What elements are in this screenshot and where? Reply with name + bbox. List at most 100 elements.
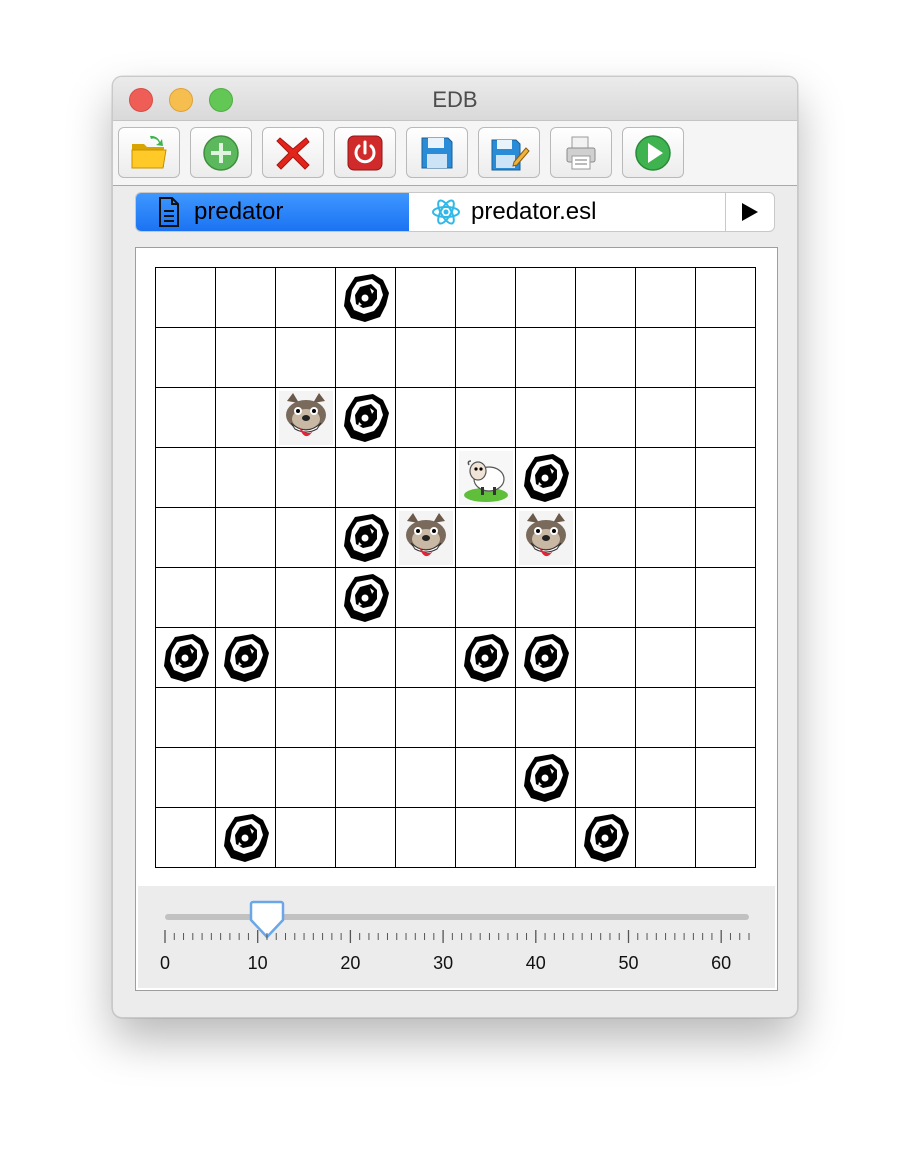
- grid-cell[interactable]: [516, 448, 576, 508]
- tab-predator-esl[interactable]: predator.esl: [409, 193, 727, 231]
- grid-cell[interactable]: [156, 748, 216, 808]
- delete-button[interactable]: [262, 127, 324, 178]
- grid-cell[interactable]: [216, 388, 276, 448]
- grid-cell[interactable]: [456, 508, 516, 568]
- grid-cell[interactable]: [396, 568, 456, 628]
- grid-cell[interactable]: [576, 508, 636, 568]
- save-button[interactable]: [406, 127, 468, 178]
- grid-cell[interactable]: [216, 268, 276, 328]
- grid-cell[interactable]: [456, 388, 516, 448]
- grid-cell[interactable]: [576, 268, 636, 328]
- grid-cell[interactable]: [696, 748, 756, 808]
- grid-cell[interactable]: [156, 448, 216, 508]
- grid-cell[interactable]: [276, 568, 336, 628]
- grid-cell[interactable]: [276, 808, 336, 868]
- grid-cell[interactable]: [636, 748, 696, 808]
- grid-cell[interactable]: [336, 388, 396, 448]
- grid-cell[interactable]: [516, 808, 576, 868]
- grid-cell[interactable]: [636, 568, 696, 628]
- grid-cell[interactable]: [396, 448, 456, 508]
- open-button[interactable]: [118, 127, 180, 178]
- power-button[interactable]: [334, 127, 396, 178]
- grid-cell[interactable]: [696, 628, 756, 688]
- grid-cell[interactable]: [636, 448, 696, 508]
- grid-cell[interactable]: [576, 328, 636, 388]
- grid-cell[interactable]: [516, 688, 576, 748]
- grid-cell[interactable]: [576, 388, 636, 448]
- grid-cell[interactable]: [156, 388, 216, 448]
- grid-cell[interactable]: [216, 508, 276, 568]
- grid-cell[interactable]: [456, 748, 516, 808]
- grid-cell[interactable]: [456, 328, 516, 388]
- grid-cell[interactable]: [636, 508, 696, 568]
- grid-cell[interactable]: [516, 748, 576, 808]
- grid-cell[interactable]: [516, 388, 576, 448]
- grid-cell[interactable]: [516, 328, 576, 388]
- grid-cell[interactable]: [396, 808, 456, 868]
- grid-cell[interactable]: [696, 328, 756, 388]
- grid-cell[interactable]: [276, 628, 336, 688]
- grid-cell[interactable]: [396, 388, 456, 448]
- grid-cell[interactable]: [336, 688, 396, 748]
- grid-cell[interactable]: [576, 748, 636, 808]
- grid-cell[interactable]: [276, 448, 336, 508]
- grid-cell[interactable]: [636, 388, 696, 448]
- grid-cell[interactable]: [456, 688, 516, 748]
- grid-cell[interactable]: [456, 808, 516, 868]
- grid-cell[interactable]: [216, 808, 276, 868]
- grid-cell[interactable]: [456, 628, 516, 688]
- grid-cell[interactable]: [156, 568, 216, 628]
- grid-cell[interactable]: [156, 268, 216, 328]
- grid-cell[interactable]: [516, 568, 576, 628]
- grid-cell[interactable]: [696, 568, 756, 628]
- grid-cell[interactable]: [336, 328, 396, 388]
- add-button[interactable]: [190, 127, 252, 178]
- grid-cell[interactable]: [336, 268, 396, 328]
- grid-cell[interactable]: [576, 448, 636, 508]
- grid-cell[interactable]: [696, 388, 756, 448]
- grid-cell[interactable]: [216, 568, 276, 628]
- grid-cell[interactable]: [336, 808, 396, 868]
- grid-cell[interactable]: [156, 328, 216, 388]
- grid-cell[interactable]: [456, 448, 516, 508]
- grid-cell[interactable]: [276, 748, 336, 808]
- grid-cell[interactable]: [576, 808, 636, 868]
- grid-cell[interactable]: [336, 508, 396, 568]
- grid-cell[interactable]: [696, 508, 756, 568]
- save-as-button[interactable]: [478, 127, 540, 178]
- run-button[interactable]: [622, 127, 684, 178]
- grid-cell[interactable]: [516, 628, 576, 688]
- grid-cell[interactable]: [396, 748, 456, 808]
- grid-cell[interactable]: [276, 268, 336, 328]
- grid-cell[interactable]: [336, 748, 396, 808]
- tab-overflow-button[interactable]: [725, 193, 774, 231]
- grid-cell[interactable]: [696, 808, 756, 868]
- grid-cell[interactable]: [636, 808, 696, 868]
- grid-cell[interactable]: [636, 688, 696, 748]
- grid-cell[interactable]: [276, 688, 336, 748]
- grid-cell[interactable]: [636, 628, 696, 688]
- grid-cell[interactable]: [336, 448, 396, 508]
- grid-cell[interactable]: [276, 328, 336, 388]
- grid-cell[interactable]: [216, 448, 276, 508]
- grid-cell[interactable]: [156, 628, 216, 688]
- grid-cell[interactable]: [576, 688, 636, 748]
- grid-cell[interactable]: [576, 628, 636, 688]
- grid-cell[interactable]: [456, 568, 516, 628]
- grid-cell[interactable]: [276, 508, 336, 568]
- tab-predator[interactable]: predator: [136, 193, 409, 231]
- print-button[interactable]: [550, 127, 612, 178]
- grid-cell[interactable]: [216, 328, 276, 388]
- grid-cell[interactable]: [336, 568, 396, 628]
- grid-cell[interactable]: [636, 328, 696, 388]
- grid-cell[interactable]: [696, 688, 756, 748]
- grid-cell[interactable]: [156, 808, 216, 868]
- grid-cell[interactable]: [396, 268, 456, 328]
- grid-cell[interactable]: [696, 448, 756, 508]
- speed-slider[interactable]: 0 10 20 30 40 50 60: [138, 886, 775, 988]
- grid-cell[interactable]: [216, 688, 276, 748]
- grid-cell[interactable]: [156, 688, 216, 748]
- grid-cell[interactable]: [396, 328, 456, 388]
- grid-cell[interactable]: [396, 508, 456, 568]
- grid-cell[interactable]: [696, 268, 756, 328]
